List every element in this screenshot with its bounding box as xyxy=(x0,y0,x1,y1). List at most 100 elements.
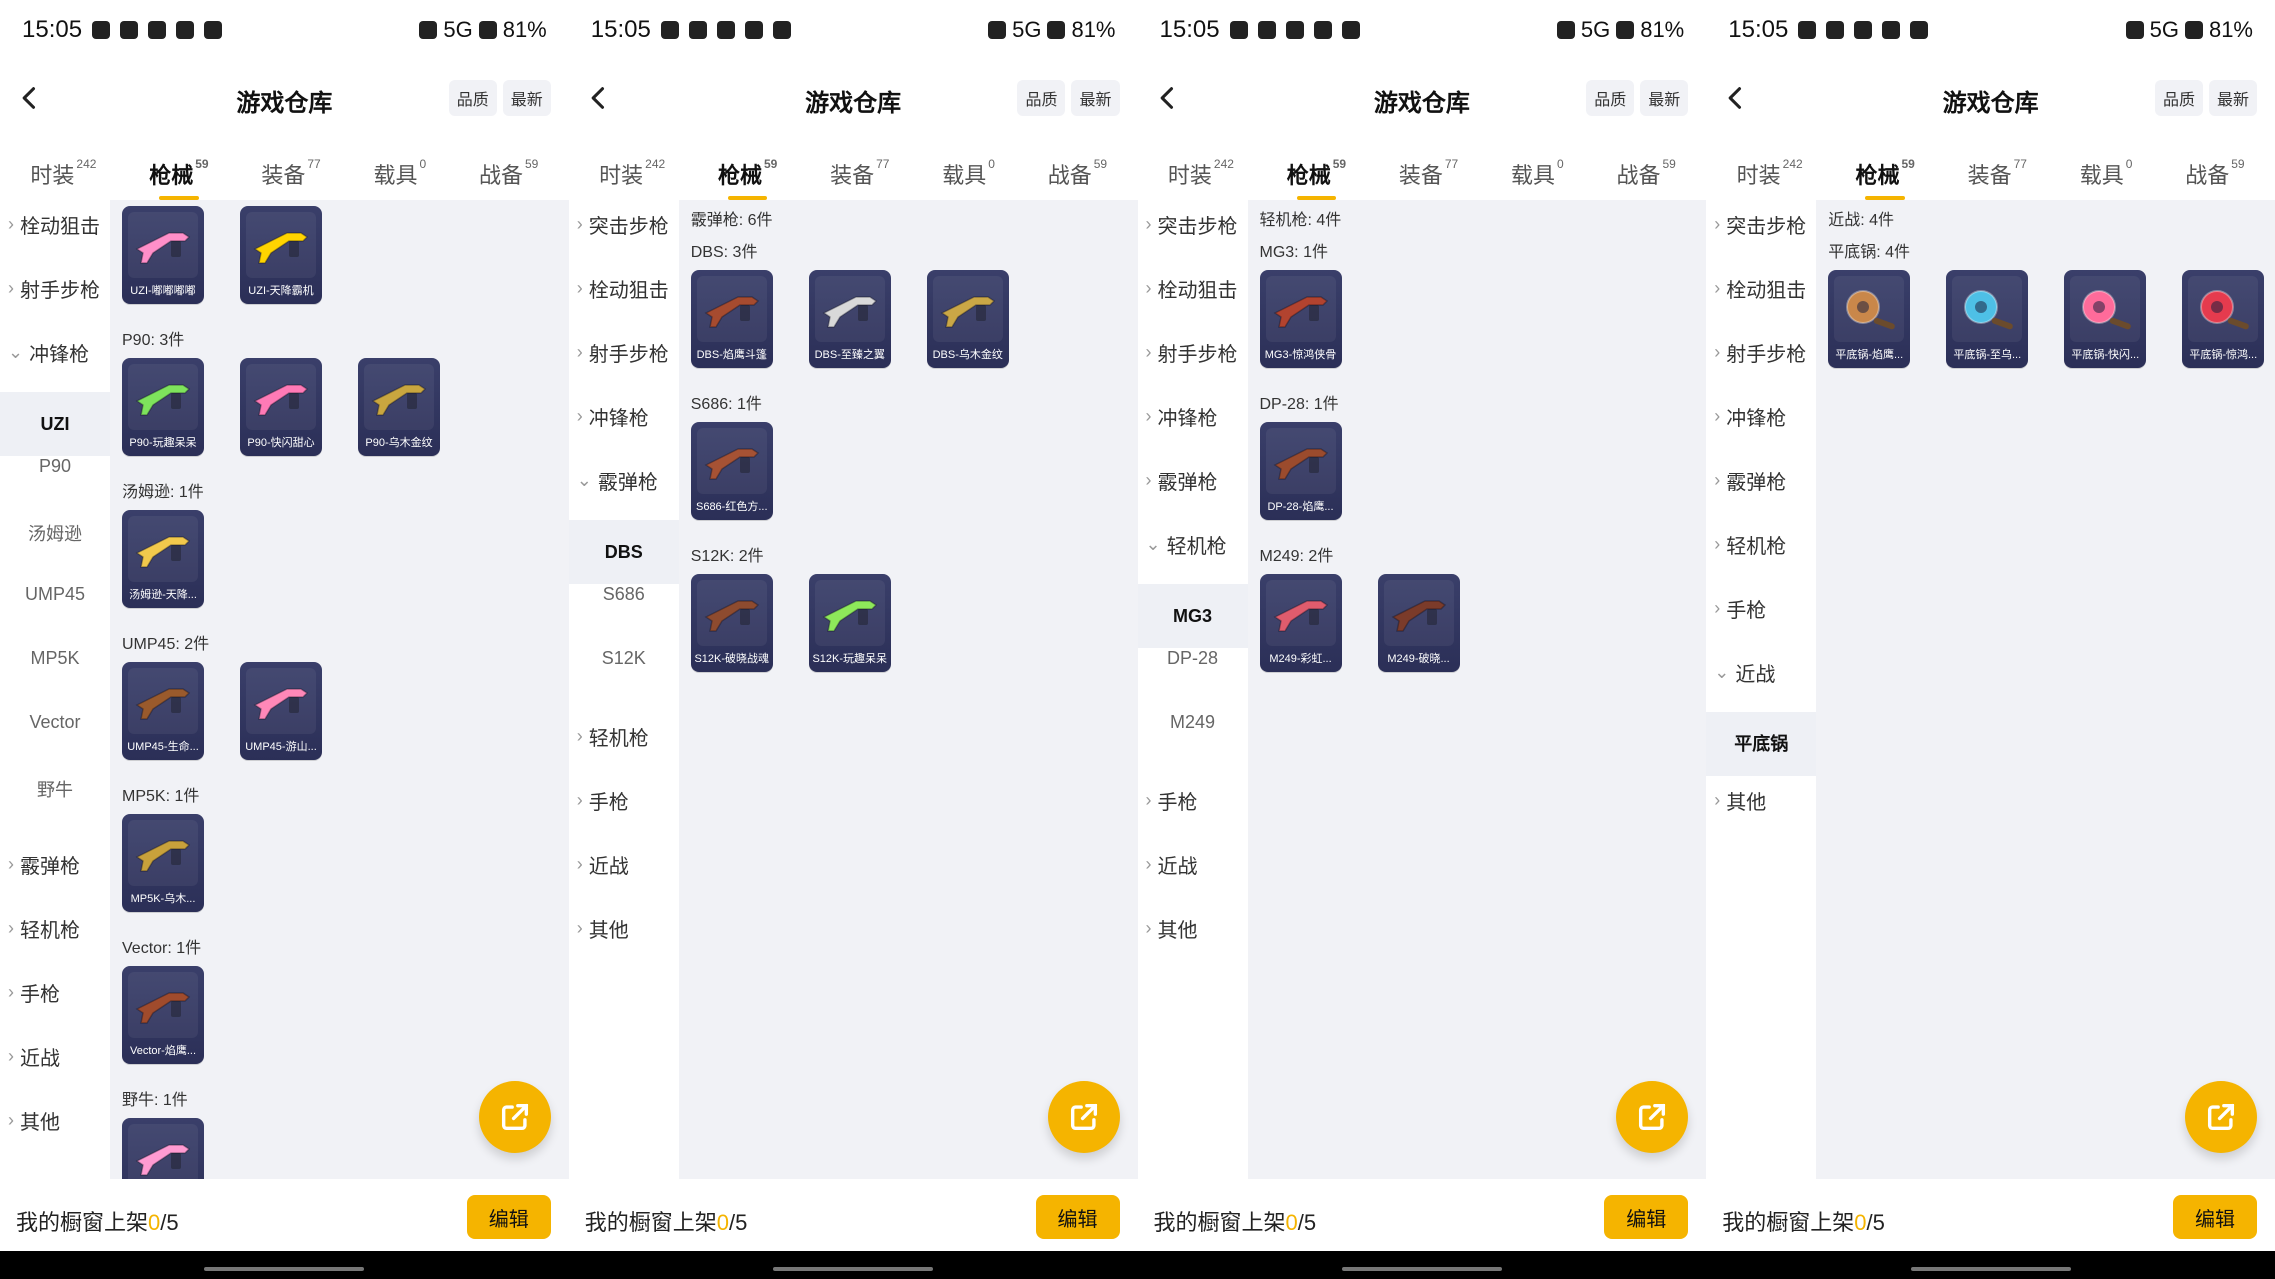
home-indicator[interactable] xyxy=(773,1267,934,1271)
sort-latest-button[interactable]: 最新 xyxy=(502,80,551,116)
sort-quality-button[interactable]: 品质 xyxy=(448,80,497,116)
sort-quality-button[interactable]: 品质 xyxy=(1017,80,1066,116)
sidebar-subitem[interactable]: 平底锅 xyxy=(1706,712,1817,776)
sort-quality-button[interactable]: 品质 xyxy=(2154,80,2203,116)
sidebar-category[interactable]: › 手枪 xyxy=(1146,786,1198,815)
sidebar-category[interactable]: › 霰弹枪 xyxy=(1714,466,1786,495)
sidebar-category[interactable]: › 栓动狙击 xyxy=(1714,274,1806,303)
item-card[interactable]: S686-红色方... xyxy=(690,422,773,520)
tab-3[interactable]: 载具 0 xyxy=(373,158,426,190)
sidebar-category[interactable]: › 栓动狙击 xyxy=(1146,274,1238,303)
home-indicator[interactable] xyxy=(1910,1267,2071,1271)
item-card[interactable]: P90-乌木金纹 xyxy=(358,358,440,456)
sidebar-category[interactable]: › 射手步枪 xyxy=(8,274,100,303)
item-card[interactable]: DP-28-焰鹰... xyxy=(1259,422,1342,520)
home-indicator[interactable] xyxy=(1341,1267,1502,1271)
item-card[interactable]: 平底锅-快闪... xyxy=(2064,270,2147,368)
sidebar-category[interactable]: › 其他 xyxy=(8,1106,60,1135)
sort-latest-button[interactable]: 最新 xyxy=(1071,80,1120,116)
item-card[interactable]: 汤姆逊-天降... xyxy=(122,510,204,608)
sidebar-subitem[interactable]: S12K xyxy=(569,648,679,669)
tab-2[interactable]: 装备 77 xyxy=(1968,158,2027,190)
tab-1[interactable]: 枪械 59 xyxy=(149,158,209,200)
sidebar-subitem[interactable]: Vector xyxy=(0,712,110,733)
sidebar-category[interactable]: › 射手步枪 xyxy=(1714,338,1806,367)
tab-4[interactable]: 战备 59 xyxy=(1616,158,1675,190)
sidebar-category[interactable]: › 手枪 xyxy=(8,978,60,1007)
sidebar-subitem[interactable]: P90 xyxy=(0,456,110,477)
sidebar-category[interactable]: › 轻机枪 xyxy=(8,914,80,943)
sidebar-category[interactable]: › 近战 xyxy=(8,1042,60,1071)
back-button[interactable] xyxy=(10,78,50,118)
edit-button[interactable]: 编辑 xyxy=(2173,1195,2257,1239)
tab-3[interactable]: 载具 0 xyxy=(2080,158,2133,190)
item-card[interactable]: Vector-焰鹰... xyxy=(122,966,204,1064)
sidebar-category[interactable]: › 冲锋枪 xyxy=(577,402,649,431)
sort-quality-button[interactable]: 品质 xyxy=(1586,80,1635,116)
sidebar-category[interactable]: › 冲锋枪 xyxy=(1146,402,1218,431)
sidebar-category[interactable]: › 冲锋枪 xyxy=(1714,402,1786,431)
item-card[interactable]: 平底锅-至乌... xyxy=(1946,270,2029,368)
sidebar-category[interactable]: › 手枪 xyxy=(1714,594,1766,623)
sidebar-category[interactable]: › 近战 xyxy=(1146,850,1198,879)
sidebar-category[interactable]: ⌄ 霰弹枪 xyxy=(577,466,658,495)
share-button[interactable] xyxy=(478,1081,551,1153)
sidebar-subitem[interactable]: S686 xyxy=(569,584,679,605)
sidebar-category[interactable]: › 手枪 xyxy=(577,786,629,815)
item-card[interactable]: MG3-惊鸿侠骨 xyxy=(1259,270,1342,368)
sidebar-category[interactable]: › 轻机枪 xyxy=(577,722,649,751)
item-card[interactable]: UMP45-生命... xyxy=(122,662,204,760)
tab-1[interactable]: 枪械 59 xyxy=(1287,158,1346,200)
sidebar-subitem[interactable]: DBS xyxy=(568,520,679,584)
sidebar-category[interactable]: ⌄ 冲锋枪 xyxy=(8,338,89,367)
sidebar-subitem[interactable]: M249 xyxy=(1138,712,1248,733)
sidebar-subitem[interactable]: 汤姆逊 xyxy=(0,520,110,546)
sidebar-category[interactable]: › 其他 xyxy=(1714,786,1766,815)
sort-latest-button[interactable]: 最新 xyxy=(2208,80,2257,116)
edit-button[interactable]: 编辑 xyxy=(1604,1195,1689,1239)
sidebar-category[interactable]: › 射手步枪 xyxy=(1146,338,1238,367)
tab-4[interactable]: 战备 59 xyxy=(2185,158,2244,190)
sidebar-category[interactable]: › 突击步枪 xyxy=(577,210,669,239)
item-card[interactable]: DBS-至臻之翼 xyxy=(808,270,891,368)
tab-0[interactable]: 时装 242 xyxy=(1168,158,1234,190)
item-card[interactable]: UMP45-游山... xyxy=(240,662,322,760)
sidebar-category[interactable]: › 射手步枪 xyxy=(577,338,669,367)
tab-2[interactable]: 装备 77 xyxy=(1399,158,1458,190)
sidebar-category[interactable]: › 栓动狙击 xyxy=(577,274,669,303)
sidebar-category[interactable]: › 近战 xyxy=(577,850,629,879)
tab-3[interactable]: 载具 0 xyxy=(942,158,995,190)
item-card[interactable]: DBS-乌木金纹 xyxy=(926,270,1009,368)
sidebar-subitem[interactable]: MG3 xyxy=(1137,584,1248,648)
edit-button[interactable]: 编辑 xyxy=(1035,1195,1120,1239)
item-card[interactable]: UZI-嘟嘟嘟嘟 xyxy=(122,206,204,304)
tab-2[interactable]: 装备 77 xyxy=(830,158,889,190)
tab-0[interactable]: 时装 242 xyxy=(599,158,665,190)
item-card[interactable]: DBS-焰鹰斗篷 xyxy=(690,270,773,368)
sidebar-subitem[interactable]: UZI xyxy=(0,392,110,456)
tab-3[interactable]: 载具 0 xyxy=(1511,158,1564,190)
tab-0[interactable]: 时装 242 xyxy=(30,158,96,190)
home-indicator[interactable] xyxy=(204,1267,365,1271)
sidebar-category[interactable]: › 栓动狙击 xyxy=(8,210,100,239)
sidebar-category[interactable]: › 轻机枪 xyxy=(1714,530,1786,559)
tab-2[interactable]: 装备 77 xyxy=(261,158,320,190)
tab-4[interactable]: 战备 59 xyxy=(479,158,538,190)
item-card[interactable]: P90-玩趣呆呆 xyxy=(122,358,204,456)
edit-button[interactable]: 编辑 xyxy=(466,1195,551,1239)
back-button[interactable] xyxy=(579,78,619,118)
item-card[interactable]: MP5K-乌木... xyxy=(122,814,204,912)
sidebar-category[interactable]: ⌄ 轻机枪 xyxy=(1146,530,1227,559)
back-button[interactable] xyxy=(1716,78,1756,118)
sidebar-subitem[interactable]: MP5K xyxy=(0,648,110,669)
sidebar-category[interactable]: › 突击步枪 xyxy=(1714,210,1806,239)
share-button[interactable] xyxy=(1047,1081,1120,1153)
tab-0[interactable]: 时装 242 xyxy=(1737,158,1803,190)
item-card[interactable]: S12K-破晓战魂 xyxy=(690,574,773,672)
item-card[interactable]: 平底锅-惊鸿... xyxy=(2182,270,2265,368)
item-card[interactable]: P90-快闪甜心 xyxy=(240,358,322,456)
item-card[interactable]: M249-彩虹... xyxy=(1259,574,1342,672)
tab-1[interactable]: 枪械 59 xyxy=(1855,158,1915,200)
sidebar-subitem[interactable]: DP-28 xyxy=(1138,648,1248,669)
item-card[interactable]: S12K-玩趣呆呆 xyxy=(808,574,891,672)
